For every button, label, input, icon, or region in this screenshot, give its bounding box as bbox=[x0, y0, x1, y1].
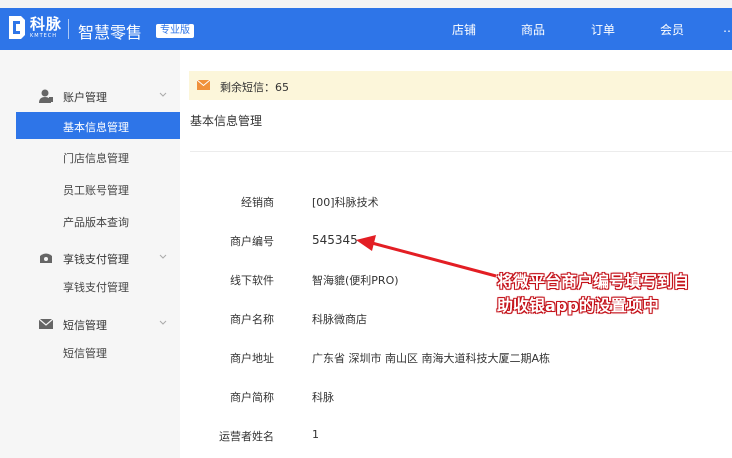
nav-more[interactable]: … bbox=[723, 21, 732, 35]
field-label-operator-name: 运营者姓名 bbox=[219, 430, 274, 443]
field-value-merchant-address: 广东省 深圳市 南山区 南海大道科技大厦二期A栋 bbox=[312, 352, 551, 365]
field-value-operator-name: 1 bbox=[312, 428, 319, 441]
sidebar-item-payment[interactable]: 享钱支付管理 bbox=[63, 279, 129, 295]
sidebar-group-account[interactable]: 账户管理 bbox=[0, 86, 180, 106]
sidebar-item-sms[interactable]: 短信管理 bbox=[63, 345, 107, 361]
field-label-merchant-id: 商户编号 bbox=[230, 235, 274, 248]
wallet-icon bbox=[40, 253, 52, 263]
chevron-down-icon bbox=[159, 92, 167, 97]
sms-remaining-text: 剩余短信：65 bbox=[220, 81, 289, 94]
logo-subtext: KMTECH bbox=[30, 33, 58, 39]
chevron-down-icon bbox=[159, 320, 167, 325]
header-divider bbox=[68, 19, 69, 39]
sidebar-group-label: 账户管理 bbox=[63, 91, 107, 104]
edition-badge: 专业版 bbox=[156, 24, 194, 38]
annotation-line-1: 将微平台商户编号填写到自 bbox=[497, 272, 690, 291]
sidebar-item-basic-info[interactable]: 基本信息管理 bbox=[16, 112, 181, 139]
nav-store[interactable]: 店铺 bbox=[452, 21, 476, 38]
field-value-merchant-name: 科脉微商店 bbox=[312, 313, 367, 326]
page-title: 基本信息管理 bbox=[190, 114, 263, 128]
nav-products[interactable]: 商品 bbox=[521, 21, 545, 38]
section-divider bbox=[190, 151, 732, 152]
field-label-merchant-name: 商户名称 bbox=[230, 313, 274, 326]
sidebar-group-label: 短信管理 bbox=[63, 319, 107, 332]
annotation-line-2: 助收银app的设置项中 bbox=[497, 296, 659, 315]
field-label-merchant-short-name: 商户简称 bbox=[230, 391, 274, 404]
sidebar-group-sms[interactable]: 短信管理 bbox=[0, 314, 180, 334]
mail-icon bbox=[38, 318, 54, 329]
annotation-arrow bbox=[356, 235, 497, 278]
chevron-down-icon bbox=[159, 254, 167, 259]
sidebar-group-payment[interactable]: 享钱支付管理 bbox=[0, 248, 180, 268]
sidebar-item-product-version[interactable]: 产品版本查询 bbox=[63, 214, 129, 230]
field-label-offline-software: 线下软件 bbox=[230, 274, 274, 287]
field-label-dealer: 经销商 bbox=[241, 196, 274, 209]
kmtech-logo-icon bbox=[9, 16, 25, 39]
field-value-merchant-short-name: 科脉 bbox=[312, 391, 334, 404]
envelope-icon bbox=[197, 80, 210, 90]
field-value-dealer: [00]科脉技术 bbox=[312, 196, 379, 209]
sidebar-item-label: 基本信息管理 bbox=[63, 121, 129, 134]
nav-members[interactable]: 会员 bbox=[660, 21, 684, 38]
field-label-merchant-address: 商户地址 bbox=[230, 352, 274, 365]
sidebar-item-store-info[interactable]: 门店信息管理 bbox=[63, 150, 129, 166]
sidebar-group-label: 享钱支付管理 bbox=[63, 253, 129, 266]
app-title: 智慧零售 bbox=[78, 23, 143, 42]
sidebar-item-staff-accounts[interactable]: 员工账号管理 bbox=[63, 182, 129, 198]
window-top-strip bbox=[0, 0, 732, 8]
user-icon bbox=[39, 89, 53, 103]
nav-orders[interactable]: 订单 bbox=[591, 21, 615, 38]
logo-text: 科脉 bbox=[30, 15, 63, 33]
